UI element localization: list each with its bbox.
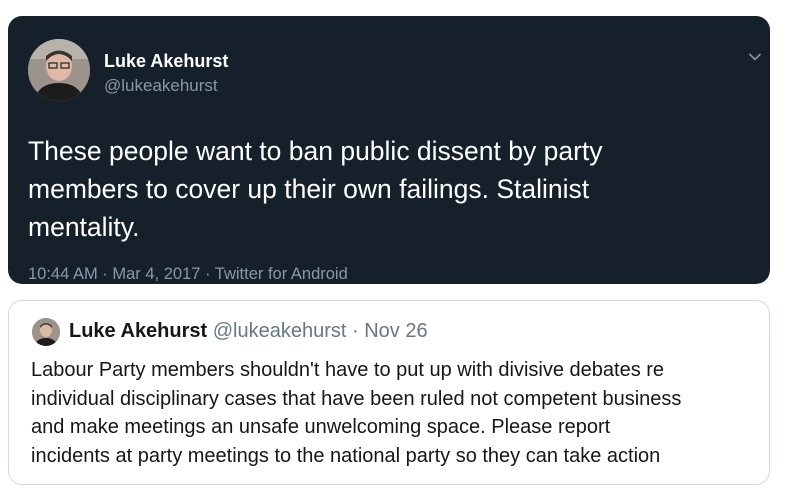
- chevron-down-icon[interactable]: [748, 50, 762, 64]
- tweet-text-line: These people want to ban public dissent …: [28, 136, 603, 166]
- quoted-text-line: Labour Party members shouldn't have to p…: [31, 359, 665, 381]
- quoted-header: Luke Akehurst @lukeakehurst · Nov 26: [69, 320, 428, 343]
- quoted-tweet-text: Labour Party members shouldn't have to p…: [31, 356, 761, 470]
- quoted-author-handle[interactable]: @lukeakehurst: [213, 320, 347, 342]
- tweet-text: These people want to ban public dissent …: [28, 132, 758, 246]
- separator-dot: ·: [346, 320, 365, 342]
- quoted-text-line: and make meetings an unsafe unwelcoming …: [31, 416, 611, 438]
- quoted-avatar[interactable]: [32, 318, 60, 346]
- tweet-card[interactable]: Luke Akehurst @lukeakehurst These people…: [8, 16, 770, 284]
- author-handle[interactable]: @lukeakehurst: [104, 76, 218, 96]
- quoted-text-line: individual disciplinary cases that have …: [31, 387, 682, 410]
- quoted-author-name[interactable]: Luke Akehurst: [69, 320, 207, 342]
- tweet-text-line: members to cover up their own failings. …: [28, 174, 590, 204]
- user-photo-avatar-icon: [28, 39, 90, 101]
- tweet-timestamp[interactable]: 10:44 AM · Mar 4, 2017 · Twitter for And…: [28, 265, 348, 284]
- tweet-text-line: mentality.: [28, 212, 140, 242]
- author-name[interactable]: Luke Akehurst: [104, 51, 228, 72]
- quoted-date[interactable]: Nov 26: [364, 320, 427, 342]
- avatar[interactable]: [28, 39, 90, 101]
- quoted-tweet-card[interactable]: Luke Akehurst @lukeakehurst · Nov 26 Lab…: [8, 300, 770, 485]
- quoted-text-line: incidents at party meetings to the natio…: [31, 444, 661, 467]
- user-photo-avatar-icon: [32, 318, 60, 346]
